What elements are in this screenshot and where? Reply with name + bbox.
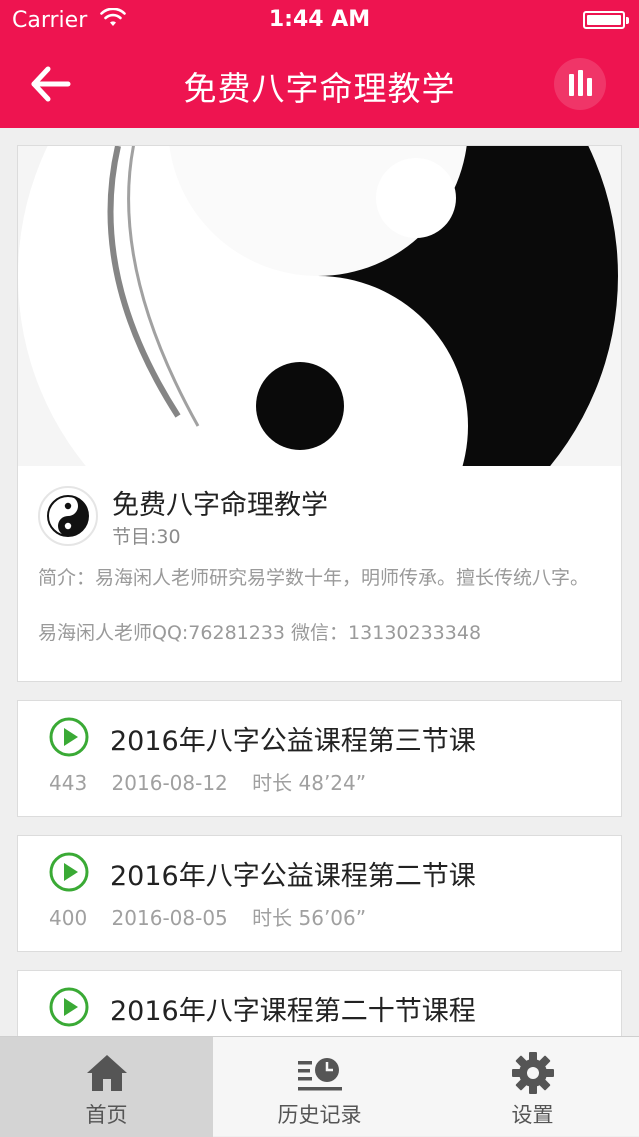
episode-duration: 时长 48’24”: [252, 771, 367, 795]
episode-title: 2016年八字课程第二十节课程: [110, 996, 476, 1027]
episode-play-count: 400: [49, 906, 88, 930]
album-avatar: [38, 486, 98, 546]
album-description: 简介：易海闲人老师研究易学数十年，明师传承。擅长传统八字。: [38, 567, 590, 589]
episode-title: 2016年八字公益课程第二节课: [110, 861, 476, 892]
nav-bar: 免费八字命理教学: [0, 40, 639, 128]
history-icon: [297, 1058, 342, 1091]
episode-play-count: 443: [49, 771, 88, 795]
play-icon[interactable]: [49, 717, 89, 757]
episode-duration: 时长 56’06”: [252, 906, 367, 930]
episode-date: 2016-08-05: [111, 906, 228, 930]
tab-home[interactable]: 首页: [0, 1037, 213, 1137]
episode-meta: 400 2016-08-05 时长 56’06”: [49, 902, 384, 931]
top-bar: Carrier 1:44 AM 免费八字命理教学: [0, 0, 639, 128]
episode-meta: 443 2016-08-12 时长 48’24”: [49, 767, 384, 796]
status-time: 1:44 AM: [268, 7, 371, 32]
play-icon[interactable]: [49, 852, 89, 892]
episode-item[interactable]: 2016年八字公益课程第二节课 400 2016-08-05 时长 56’06”: [17, 835, 622, 952]
play-icon[interactable]: [49, 987, 89, 1027]
gear-icon: [511, 1052, 554, 1094]
tab-label: 设置: [511, 1103, 554, 1127]
yin-yang-cover-image: [18, 146, 621, 466]
tab-bar: 首页 历史记录 设置: [0, 1036, 639, 1137]
home-icon: [86, 1055, 127, 1091]
tab-label: 首页: [85, 1103, 128, 1127]
tab-history[interactable]: 历史记录: [213, 1037, 426, 1137]
album-contact: 易海闲人老师QQ:76281233 微信：13130233348: [38, 622, 482, 644]
album-card: 免费八字命理教学 节目:30 简介：易海闲人老师研究易学数十年，明师传承。擅长传…: [17, 145, 622, 682]
audio-bars-icon[interactable]: [554, 58, 606, 110]
album-title: 免费八字命理教学: [112, 490, 328, 521]
episode-date: 2016-08-12: [111, 771, 228, 795]
status-bar: Carrier 1:44 AM: [0, 0, 639, 40]
battery-icon: [583, 11, 629, 29]
album-episode-count: 节目:30: [112, 526, 181, 548]
episode-item[interactable]: 2016年八字公益课程第三节课 443 2016-08-12 时长 48’24”: [17, 700, 622, 817]
tab-label: 历史记录: [277, 1103, 362, 1127]
page-title: 免费八字命理教学: [183, 69, 456, 108]
tab-settings[interactable]: 设置: [426, 1037, 639, 1137]
episode-title: 2016年八字公益课程第三节课: [110, 726, 476, 757]
